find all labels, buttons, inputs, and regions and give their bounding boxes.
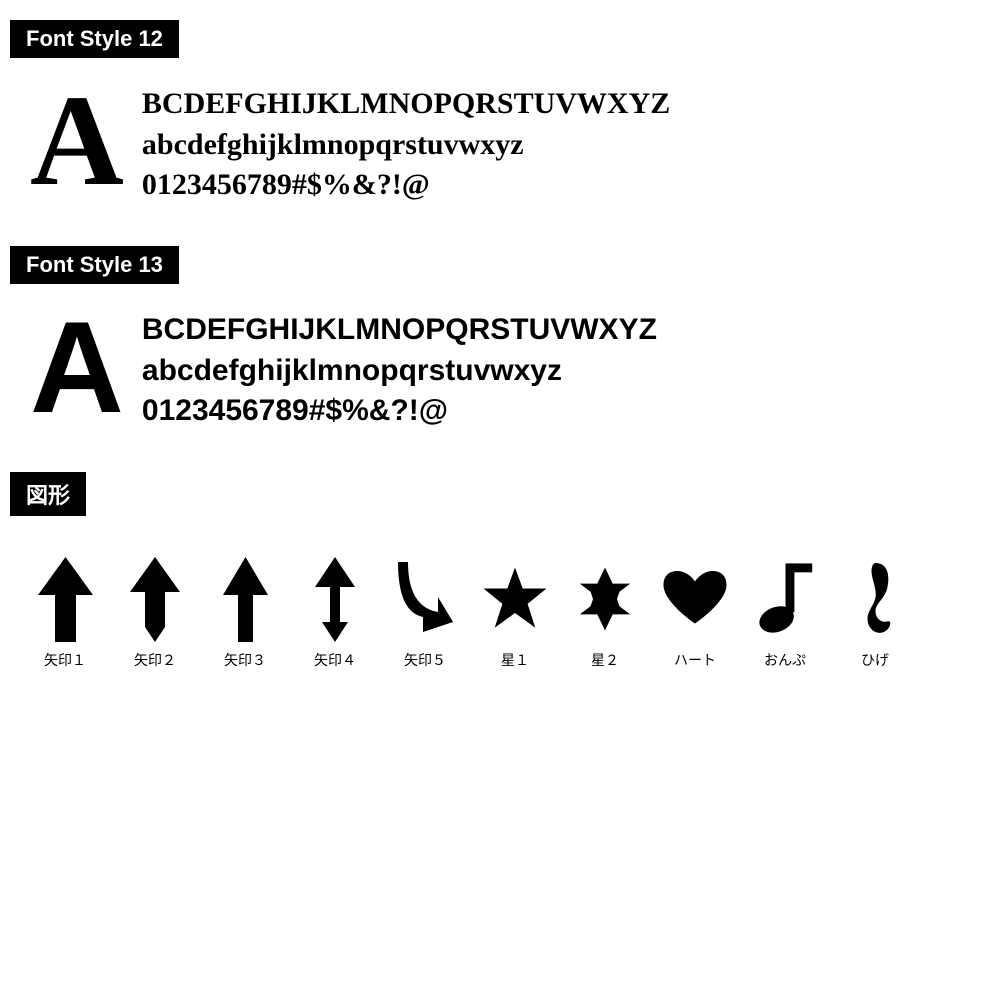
yajirushi3-caption: 矢印３ — [224, 650, 266, 670]
shape-heart: ハート — [650, 554, 740, 670]
hige-icon — [840, 554, 910, 644]
heart-caption: ハート — [674, 650, 716, 670]
font-style-13-label: Font Style 13 — [10, 246, 179, 284]
font-style-12-chars: BCDEFGHIJKLMNOPQRSTUVWXYZ abcdefghijklmn… — [142, 76, 670, 206]
shape-yajirushi4: 矢印４ — [290, 554, 380, 670]
yajirushi5-icon — [390, 554, 460, 644]
yajirushi1-icon — [30, 554, 100, 644]
shapes-label: 図形 — [10, 472, 86, 516]
shape-yajirushi2: 矢印２ — [110, 554, 200, 670]
font-style-13-display: A BCDEFGHIJKLMNOPQRSTUVWXYZ abcdefghijkl… — [10, 302, 990, 432]
heart-icon — [660, 554, 730, 644]
font-style-12-display: A BCDEFGHIJKLMNOPQRSTUVWXYZ abcdefghijkl… — [10, 76, 990, 206]
font-style-12-section: Font Style 12 A BCDEFGHIJKLMNOPQRSTUVWXY… — [10, 20, 990, 206]
yajirushi1-caption: 矢印１ — [44, 650, 86, 670]
font-style-12-line-2: abcdefghijklmnopqrstuvwxyz — [142, 125, 670, 166]
font-style-12-line-3: 0123456789#$%&?!@ — [142, 165, 670, 206]
hoshi2-icon — [570, 554, 640, 644]
page: Font Style 12 A BCDEFGHIJKLMNOPQRSTUVWXY… — [0, 0, 1000, 690]
font-style-13-line-2: abcdefghijklmnopqrstuvwxyz — [142, 351, 657, 392]
shapes-section: 図形 矢印１ 矢印２ — [10, 472, 990, 670]
onpu-icon — [750, 554, 820, 644]
shape-hoshi2: 星２ — [560, 554, 650, 670]
yajirushi2-icon — [120, 554, 190, 644]
hoshi1-caption: 星１ — [501, 650, 529, 670]
yajirushi4-caption: 矢印４ — [314, 650, 356, 670]
hige-caption: ひげ — [861, 650, 889, 670]
yajirushi5-caption: 矢印５ — [404, 650, 446, 670]
font-style-13-line-1: BCDEFGHIJKLMNOPQRSTUVWXYZ — [142, 310, 657, 351]
shape-onpu: おんぷ — [740, 554, 830, 670]
shape-yajirushi1: 矢印１ — [20, 554, 110, 670]
hoshi2-caption: 星２ — [591, 650, 619, 670]
font-style-12-line-1: BCDEFGHIJKLMNOPQRSTUVWXYZ — [142, 84, 670, 125]
shape-yajirushi5: 矢印５ — [380, 554, 470, 670]
font-style-12-label: Font Style 12 — [10, 20, 179, 58]
font-style-12-big-letter: A — [30, 76, 124, 206]
font-style-13-line-3: 0123456789#$%&?!@ — [142, 391, 657, 432]
onpu-caption: おんぷ — [764, 650, 806, 670]
font-style-13-big-letter: A — [30, 302, 124, 432]
font-style-13-chars: BCDEFGHIJKLMNOPQRSTUVWXYZ abcdefghijklmn… — [142, 302, 657, 432]
hoshi1-icon — [480, 554, 550, 644]
shape-yajirushi3: 矢印３ — [200, 554, 290, 670]
yajirushi3-icon — [210, 554, 280, 644]
shape-hige: ひげ — [830, 554, 920, 670]
yajirushi4-icon — [300, 554, 370, 644]
shapes-grid: 矢印１ 矢印２ 矢印３ — [10, 554, 990, 670]
shape-hoshi1: 星１ — [470, 554, 560, 670]
font-style-13-section: Font Style 13 A BCDEFGHIJKLMNOPQRSTUVWXY… — [10, 246, 990, 432]
yajirushi2-caption: 矢印２ — [134, 650, 176, 670]
